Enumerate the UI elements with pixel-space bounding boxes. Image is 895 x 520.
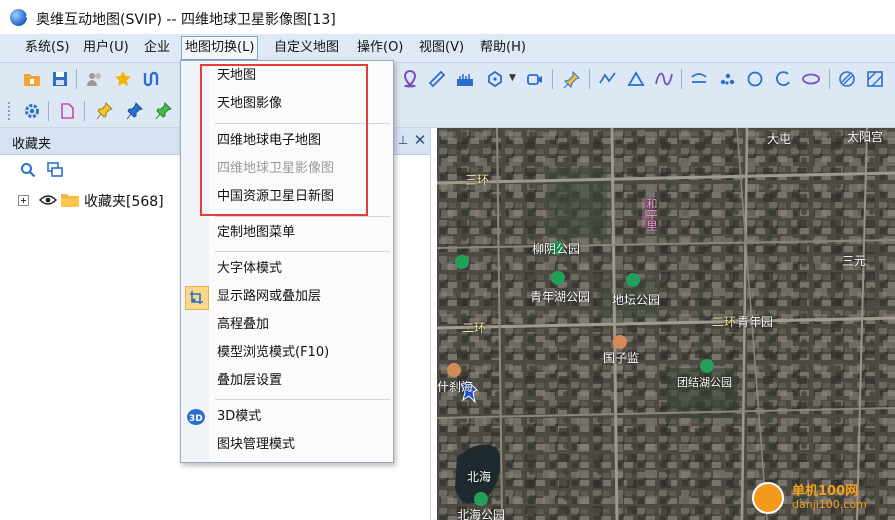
- close-panel-icon[interactable]: ✕: [413, 131, 427, 149]
- map-label: 地坛公园: [612, 293, 661, 307]
- route-icon[interactable]: [142, 70, 160, 88]
- map-label: 国子监: [603, 351, 640, 365]
- green-pushpin-icon[interactable]: [154, 102, 172, 120]
- menu-item-road-overlay[interactable]: 显示路网或叠加层: [217, 286, 321, 308]
- hatched-square-icon[interactable]: [866, 70, 884, 88]
- settings-gear-icon[interactable]: [23, 102, 41, 120]
- pin-marker-icon[interactable]: [563, 70, 581, 88]
- menu-item-tile-manager[interactable]: 图块管理模式: [217, 434, 295, 456]
- map-label: 青年园: [737, 315, 774, 329]
- map-label: 青年湖公园: [530, 290, 591, 304]
- toolbar-separator: [829, 69, 830, 89]
- menu-item-custom-map-menu[interactable]: 定制地图菜单: [217, 222, 295, 244]
- window-title: 奥维互动地图(SVIP) -- 四维地球卫星影像图[13]: [36, 12, 336, 28]
- toolbar-separator: [76, 69, 77, 89]
- open-folder-icon[interactable]: [23, 70, 41, 88]
- toolbar-grip: [8, 102, 12, 120]
- menu-operation[interactable]: 操作(O): [354, 38, 406, 58]
- pin-panel-icon[interactable]: ⊥: [396, 133, 410, 147]
- document-icon[interactable]: [58, 102, 76, 120]
- dropdown-arrow-icon[interactable]: ▼: [509, 73, 516, 83]
- circle-icon[interactable]: [746, 70, 764, 88]
- map-label: 二环: [462, 321, 487, 335]
- toolbar-separator: [84, 101, 85, 121]
- toolbar-separator: [681, 69, 682, 89]
- points-icon[interactable]: [718, 70, 736, 88]
- ruler-icon[interactable]: [428, 70, 446, 88]
- menu-item-3d-mode[interactable]: 3D模式: [217, 406, 261, 428]
- curve-icon[interactable]: [655, 70, 673, 88]
- arc-icon[interactable]: [774, 70, 792, 88]
- toolbar-separator: [589, 69, 590, 89]
- elevation-ruler-icon[interactable]: [456, 70, 474, 88]
- watermark: 单机100网 danji100.com: [752, 478, 892, 516]
- visibility-eye-icon[interactable]: [39, 193, 57, 206]
- save-icon[interactable]: [51, 70, 69, 88]
- map-label: 柳阴公园: [532, 242, 581, 256]
- favorites-tree-label: 收藏夹[568]: [84, 194, 164, 210]
- title-bar: 奥维互动地图(SVIP) -- 四维地球卫星影像图[13]: [0, 0, 895, 34]
- menu-separator: [215, 251, 390, 252]
- map-label: 北海公园: [457, 508, 506, 520]
- menu-item-overlay-settings[interactable]: 叠加层设置: [217, 370, 282, 392]
- users-icon[interactable]: [86, 70, 104, 88]
- menu-custom-map[interactable]: 自定义地图: [271, 38, 342, 58]
- copy-windows-icon[interactable]: [47, 162, 63, 178]
- polygon-tool-icon[interactable]: [486, 70, 504, 88]
- blue-pushpin-icon[interactable]: [125, 102, 143, 120]
- map-label: 三元: [842, 254, 867, 268]
- menu-help[interactable]: 帮助(H): [477, 38, 529, 58]
- menu-view[interactable]: 视图(V): [416, 38, 467, 58]
- toolbar-separator: [552, 69, 553, 89]
- map-view[interactable]: 三环 二环 二环 北海 北海公园 柳阴公园 青年湖公园 地坛公园 国子监 青年园…: [437, 128, 895, 520]
- map-label: 团结湖公园: [677, 376, 732, 389]
- road-network-icon: [190, 291, 203, 304]
- satellite-map[interactable]: [437, 128, 895, 520]
- menu-separator: [215, 399, 390, 400]
- secondary-toolbar: [0, 95, 895, 128]
- menu-map-switch[interactable]: 地图切换(L): [181, 36, 259, 60]
- menu-system[interactable]: 系统(S): [22, 38, 72, 58]
- menu-separator: [215, 216, 390, 217]
- map-label: 太阳宫: [847, 130, 884, 144]
- watermark-line1: 单机100网: [792, 484, 859, 499]
- triangle-icon[interactable]: [627, 70, 645, 88]
- map-label: 北海: [467, 470, 492, 484]
- highlight-box: [200, 64, 368, 216]
- search-icon[interactable]: [20, 162, 36, 178]
- folder-icon: [61, 194, 79, 207]
- globe-app-icon: [10, 6, 29, 26]
- svg-text:3D: 3D: [189, 414, 203, 424]
- ellipse-icon[interactable]: [802, 70, 820, 88]
- menu-enterprise[interactable]: 企业: [141, 38, 173, 58]
- menu-item-large-font[interactable]: 大字体模式: [217, 258, 282, 280]
- favorites-panel-title: 收藏夹: [12, 137, 52, 152]
- map-label: 大屯: [767, 132, 792, 146]
- toolbar-separator: [48, 101, 49, 121]
- main-toolbar: ▼: [0, 63, 895, 96]
- yellow-pushpin-icon[interactable]: [95, 102, 113, 120]
- tree-expand-icon[interactable]: [18, 195, 29, 206]
- watermark-logo-icon: [752, 482, 784, 514]
- arc-line-icon[interactable]: [690, 70, 708, 88]
- video-camera-icon[interactable]: [526, 70, 544, 88]
- map-label: 二环: [712, 315, 737, 329]
- menu-item-model-browse[interactable]: 模型浏览模式(F10): [217, 342, 329, 364]
- map-label: 三环: [465, 173, 490, 187]
- checked-state-icon: [185, 286, 209, 310]
- menu-bar: 系统(S) 用户(U) 企业 地图切换(L) 自定义地图 操作(O) 视图(V)…: [0, 34, 895, 63]
- map-label: 和平里: [645, 198, 658, 231]
- menu-user[interactable]: 用户(U): [80, 38, 132, 58]
- location-pin-icon[interactable]: [401, 70, 419, 88]
- watermark-line2: danji100.com: [792, 498, 867, 511]
- 3d-icon: 3D: [187, 409, 205, 425]
- hatched-circle-icon[interactable]: [838, 70, 856, 88]
- map-label: 什刹海: [437, 380, 474, 394]
- star-icon[interactable]: [114, 70, 132, 88]
- menu-item-elevation-overlay[interactable]: 高程叠加: [217, 314, 269, 336]
- polyline-icon[interactable]: [599, 70, 617, 88]
